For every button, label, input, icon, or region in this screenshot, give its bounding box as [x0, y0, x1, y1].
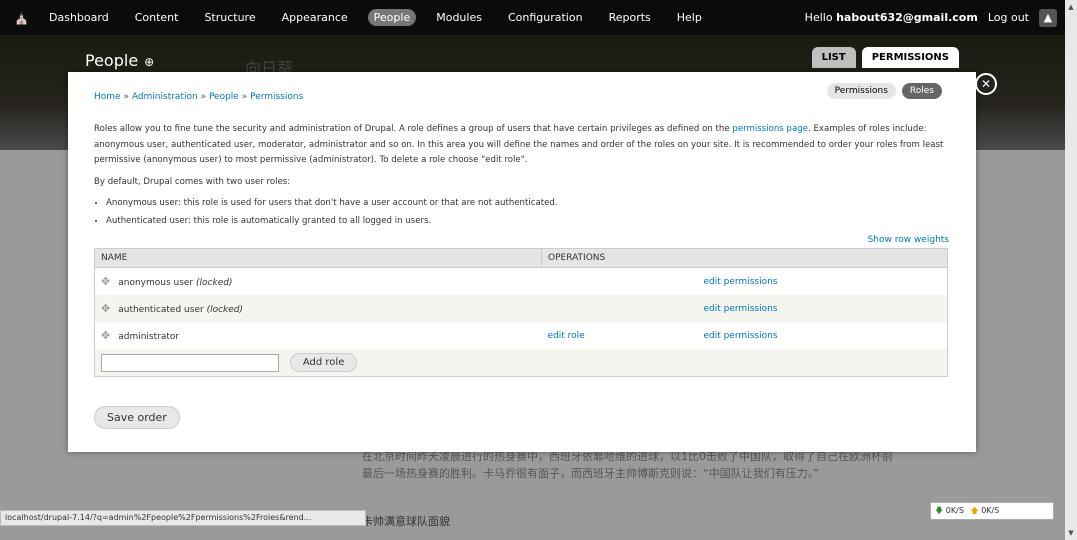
menu-content[interactable]: Content — [129, 9, 185, 26]
upload-speed: 0K/S — [981, 506, 1000, 515]
edit-permissions-link[interactable]: edit permissions — [704, 304, 778, 314]
add-role-button[interactable]: Add role — [289, 353, 358, 372]
help-paragraph-2: By default, Drupal comes with two user r… — [94, 176, 291, 187]
drag-handle-icon[interactable]: ✥ — [101, 302, 110, 315]
locked-label: (locked) — [206, 305, 244, 315]
breadcrumb-home[interactable]: Home — [94, 92, 121, 102]
show-row-weights-link[interactable]: Show row weights — [868, 235, 949, 245]
page-title: People ⊕ — [85, 51, 154, 70]
tab-list[interactable]: LIST — [811, 47, 856, 68]
menu-dashboard[interactable]: Dashboard — [43, 9, 115, 26]
breadcrumb-permissions[interactable]: Permissions — [250, 92, 303, 102]
save-order-button[interactable]: Save order — [94, 406, 180, 429]
drag-handle-icon[interactable]: ✥ — [101, 329, 110, 342]
edit-permissions-cell: edit permissions — [697, 267, 948, 295]
permissions-page-link[interactable]: permissions page — [732, 124, 808, 134]
overlay-dialog: Home » Administration » People » Permiss… — [68, 72, 976, 452]
user-name[interactable]: habout632@gmail.com — [836, 11, 978, 24]
role-name: anonymous user — [118, 278, 194, 288]
menu-people[interactable]: People — [367, 9, 417, 26]
role-name: authenticated user — [118, 305, 204, 315]
close-overlay-icon[interactable]: ✕ — [975, 73, 997, 95]
role-name-cell: ✥ authenticated user (locked) — [94, 295, 542, 322]
add-role-row: Add role — [94, 349, 948, 377]
vertical-scrollbar[interactable]: ▲ ▼ — [1065, 0, 1077, 540]
edit-permissions-link[interactable]: edit permissions — [704, 277, 778, 287]
edit-role-link[interactable]: edit role — [548, 331, 585, 341]
breadcrumb-administration[interactable]: Administration — [132, 92, 198, 102]
menu-configuration[interactable]: Configuration — [502, 9, 589, 26]
admin-toolbar: ⛪ Dashboard Content Structure Appearance… — [0, 0, 1065, 35]
menu-reports[interactable]: Reports — [603, 9, 657, 26]
breadcrumb-separator: » — [123, 92, 132, 102]
toolbar-user: Hello habout632@gmail.com Log out ▲ — [805, 8, 1057, 27]
table-row: ✥ anonymous user (locked) edit permission… — [94, 267, 948, 295]
hello-text: Hello habout632@gmail.com — [805, 11, 978, 24]
tab-permissions[interactable]: PERMISSIONS — [861, 47, 959, 68]
column-header-operations: OPERATIONS — [541, 248, 948, 268]
help-text-part: Roles allow you to fine tune the securit… — [94, 124, 733, 134]
scroll-up-icon[interactable]: ▲ — [1065, 0, 1077, 14]
table-header-row: NAME OPERATIONS — [94, 248, 948, 268]
breadcrumb-people[interactable]: People — [209, 92, 239, 102]
menu-appearance[interactable]: Appearance — [276, 9, 354, 26]
drag-handle-icon[interactable]: ✥ — [101, 275, 110, 288]
table-row: ✥ administrator edit role edit permission… — [94, 322, 948, 349]
edit-role-cell: edit role — [541, 322, 698, 349]
edit-permissions-cell: edit permissions — [697, 322, 948, 349]
download-arrow-icon: 🡇 — [935, 506, 944, 515]
hello-label: Hello — [804, 11, 837, 24]
role-name-cell: ✥ anonymous user (locked) — [94, 267, 542, 295]
logout-link[interactable]: Log out — [988, 11, 1029, 24]
download-speed: 0K/S — [945, 506, 964, 515]
list-item: Anonymous user: this role is used for us… — [106, 196, 954, 212]
role-name: administrator — [118, 332, 180, 342]
column-header-name: NAME — [94, 248, 542, 268]
background-article-text: 在北京时间昨天凌晨进行的热身赛中，西班牙依靠哈维的进球，以1比0击败了中国队，取… — [362, 450, 893, 480]
list-item: Authenticated user: this role is automat… — [106, 214, 954, 230]
breadcrumb-separator: » — [200, 92, 209, 102]
edit-role-cell — [541, 295, 698, 322]
background-heading: 卡帅满意球队面貌 — [362, 515, 450, 528]
edit-permissions-cell: edit permissions — [697, 295, 948, 322]
collapse-toolbar-icon[interactable]: ▲ — [1039, 8, 1057, 27]
toolbar-menu: Dashboard Content Structure Appearance P… — [36, 9, 715, 26]
role-name-input[interactable] — [101, 353, 279, 372]
primary-tabs: LIST PERMISSIONS — [811, 47, 959, 68]
tab-sub-roles[interactable]: Roles — [901, 83, 942, 99]
scroll-down-icon[interactable]: ▼ — [1065, 526, 1077, 540]
default-roles-list: Anonymous user: this role is used for us… — [94, 196, 954, 229]
breadcrumb-separator: » — [241, 92, 251, 102]
page-title-text: People — [85, 51, 139, 70]
network-monitor: 🡇 0K/S 🡅 0K/S — [930, 502, 1054, 520]
upload-arrow-icon: 🡅 — [970, 506, 979, 515]
roles-table: NAME OPERATIONS ✥ anonymous user (locked)… — [94, 248, 948, 377]
role-name-cell: ✥ administrator — [94, 322, 542, 349]
help-text: Roles allow you to fine tune the securit… — [94, 122, 954, 231]
menu-modules[interactable]: Modules — [430, 9, 488, 26]
secondary-tabs: Permissions Roles — [826, 83, 942, 99]
edit-role-cell — [541, 267, 698, 295]
tab-sub-permissions[interactable]: Permissions — [826, 83, 896, 99]
add-role-cell: Add role — [94, 349, 948, 377]
breadcrumb: Home » Administration » People » Permiss… — [94, 92, 303, 102]
add-shortcut-icon[interactable]: ⊕ — [144, 55, 154, 69]
edit-permissions-link[interactable]: edit permissions — [704, 331, 778, 341]
table-row: ✥ authenticated user (locked) edit permis… — [94, 295, 948, 322]
home-icon[interactable]: ⛪ — [14, 11, 36, 25]
browser-status-url: localhost/drupal-7.14/?q=admin%2Fpeople%… — [0, 510, 366, 526]
help-paragraph-1: Roles allow you to fine tune the securit… — [94, 122, 954, 169]
locked-label: (locked) — [196, 278, 233, 288]
menu-structure[interactable]: Structure — [198, 9, 261, 26]
menu-help[interactable]: Help — [671, 9, 708, 26]
